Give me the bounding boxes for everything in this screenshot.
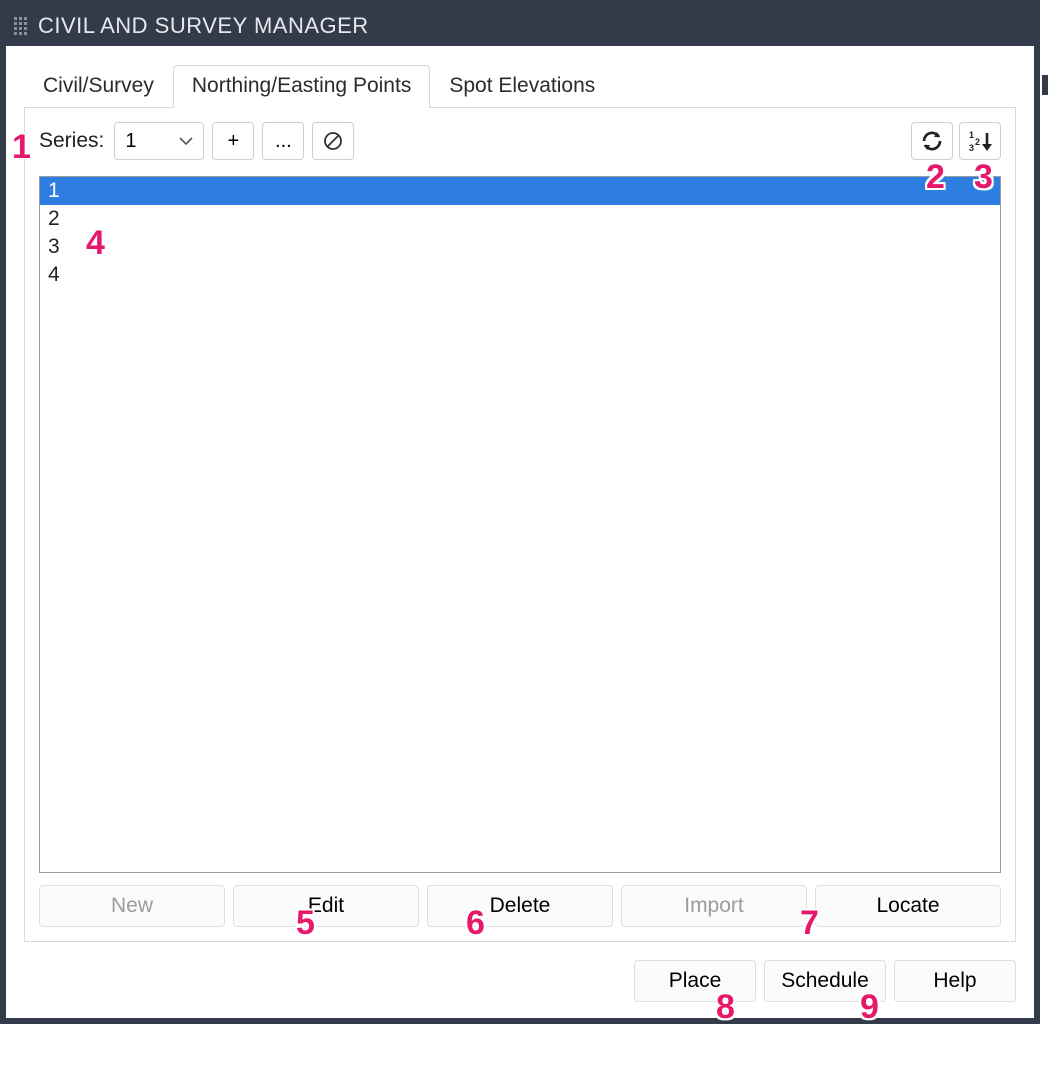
- tab-spot-elevations[interactable]: Spot Elevations: [430, 65, 614, 108]
- series-select[interactable]: 1: [114, 122, 204, 160]
- list-item[interactable]: 4: [40, 261, 1000, 289]
- tab-panel: Series: 1 + ...: [24, 108, 1016, 942]
- import-button[interactable]: Import: [621, 885, 807, 927]
- app-window: CIVIL AND SURVEY MANAGER Civil/Survey No…: [0, 0, 1040, 1024]
- locate-button[interactable]: Locate: [815, 885, 1001, 927]
- place-button[interactable]: Place: [634, 960, 756, 1002]
- content-area: Civil/Survey Northing/Easting Points Spo…: [6, 46, 1034, 1018]
- series-value: 1: [125, 130, 136, 153]
- refresh-button[interactable]: [911, 122, 953, 160]
- window-title: CIVIL AND SURVEY MANAGER: [38, 13, 369, 39]
- list-item[interactable]: 1: [40, 177, 1000, 205]
- renumber-icon: 1 2 3: [967, 129, 993, 153]
- tab-strip: Civil/Survey Northing/Easting Points Spo…: [24, 64, 1016, 108]
- refresh-icon: [919, 129, 945, 153]
- titlebar[interactable]: CIVIL AND SURVEY MANAGER: [6, 6, 1034, 46]
- more-series-button[interactable]: ...: [262, 122, 304, 160]
- decorative-right-edge: [1042, 75, 1048, 95]
- no-entry-icon: [322, 130, 344, 152]
- drag-grip-icon[interactable]: [14, 17, 28, 35]
- add-series-button[interactable]: +: [212, 122, 254, 160]
- list-item[interactable]: 2: [40, 205, 1000, 233]
- action-buttons: New Edit Delete Import Locate: [39, 885, 1001, 927]
- footer-buttons: Place Schedule Help: [24, 960, 1016, 1002]
- edit-button[interactable]: Edit: [233, 885, 419, 927]
- chevron-down-icon: [179, 136, 193, 146]
- new-button[interactable]: New: [39, 885, 225, 927]
- svg-text:3: 3: [969, 143, 974, 153]
- renumber-button[interactable]: 1 2 3: [959, 122, 1001, 160]
- remove-series-button[interactable]: [312, 122, 354, 160]
- svg-text:2: 2: [975, 137, 980, 147]
- schedule-button[interactable]: Schedule: [764, 960, 886, 1002]
- tab-civil-survey[interactable]: Civil/Survey: [24, 65, 173, 108]
- series-label: Series:: [39, 129, 104, 153]
- svg-text:1: 1: [969, 130, 974, 140]
- tab-northing-easting[interactable]: Northing/Easting Points: [173, 65, 430, 108]
- delete-button[interactable]: Delete: [427, 885, 613, 927]
- help-button[interactable]: Help: [894, 960, 1016, 1002]
- list-item[interactable]: 3: [40, 233, 1000, 261]
- toolbar: Series: 1 + ...: [39, 122, 1001, 160]
- points-listbox[interactable]: 1 2 3 4: [39, 176, 1001, 873]
